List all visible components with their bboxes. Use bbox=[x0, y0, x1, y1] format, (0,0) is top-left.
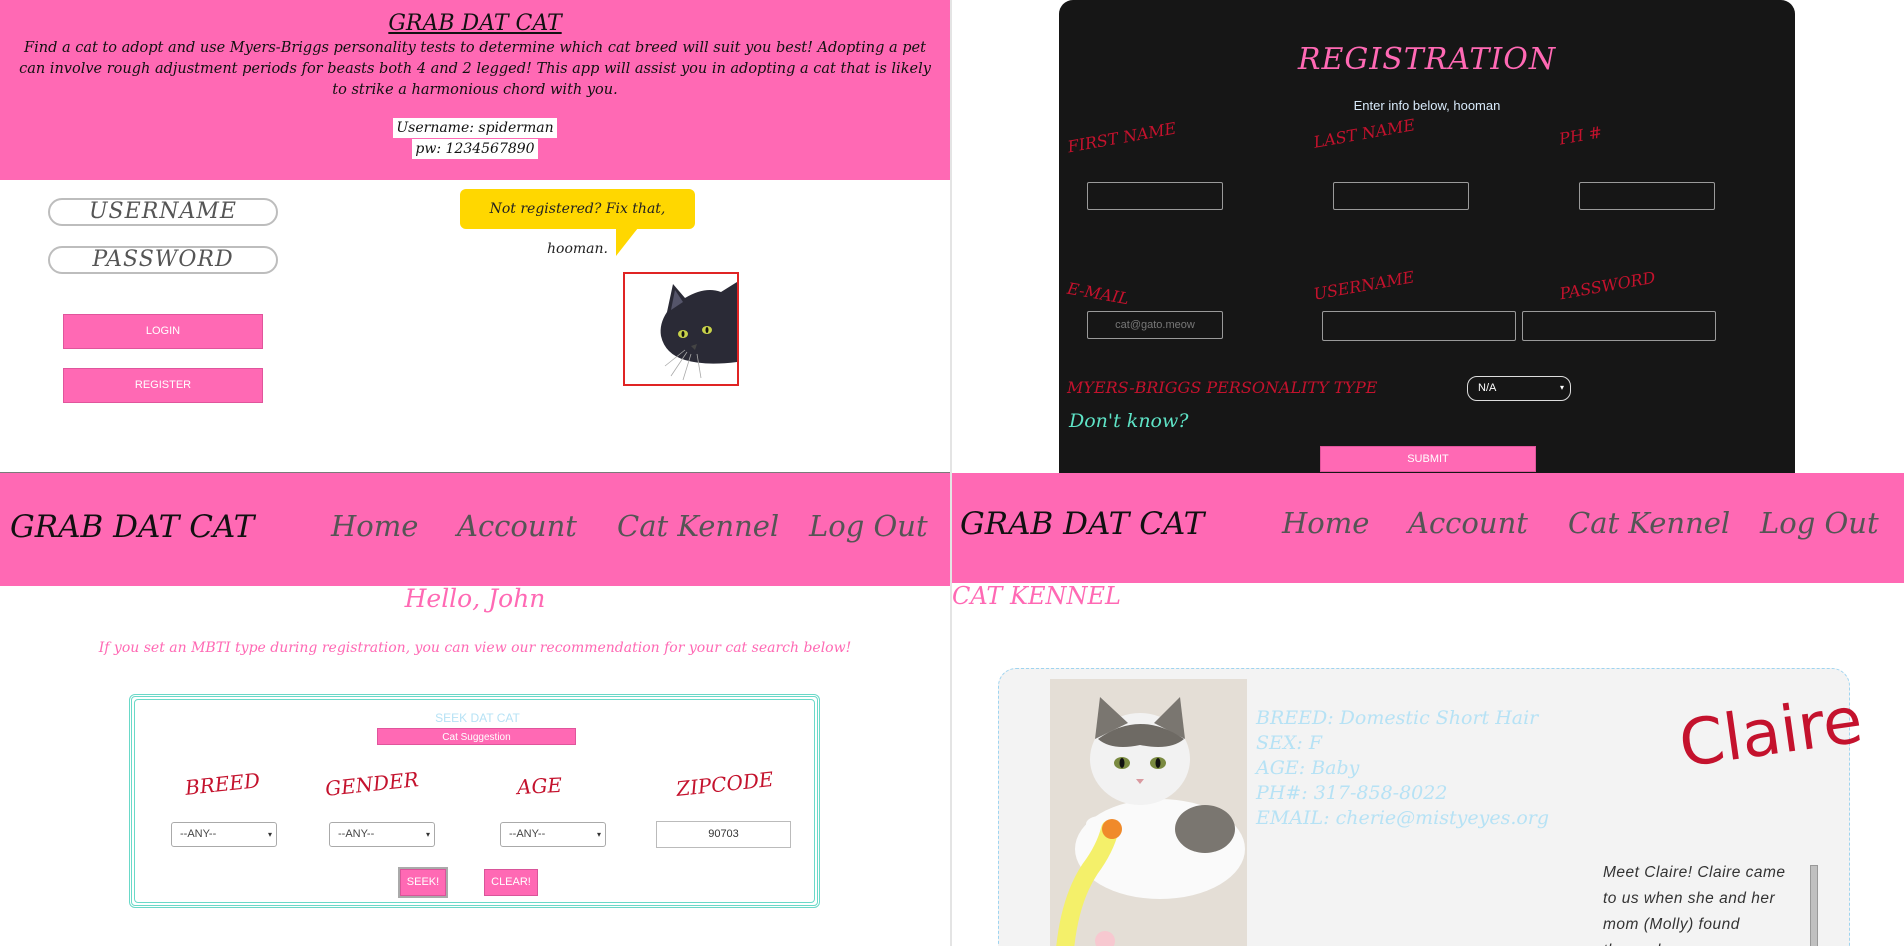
registration-panel: REGISTRATION Enter info below, hooman FI… bbox=[1059, 0, 1795, 473]
bio-scrollbar[interactable] bbox=[1810, 865, 1818, 946]
mbti-label: MYERS-BRIGGS PERSONALITY TYPE bbox=[1067, 378, 1378, 397]
kennel-title: CAT KENNEL bbox=[952, 582, 1121, 610]
chevron-down-icon: ▾ bbox=[425, 830, 430, 839]
cat-breed: BREED: Domestic Short Hair bbox=[1256, 707, 1539, 729]
cat-card: BREED: Domestic Short Hair SEX: F AGE: B… bbox=[998, 668, 1867, 946]
navbar-brand[interactable]: GRAB DAT CAT bbox=[10, 509, 254, 545]
account-page: GRAB DAT CAT Home Account Cat Kennel Log… bbox=[0, 473, 950, 946]
demo-username: Username: spiderman bbox=[393, 118, 557, 138]
username-field[interactable] bbox=[1322, 311, 1516, 341]
black-cat-illustration bbox=[660, 282, 737, 381]
gender-label: GENDER bbox=[324, 767, 420, 801]
clear-button[interactable]: CLEAR! bbox=[484, 869, 538, 896]
cat-bio: Meet Claire! Claire came to us when she … bbox=[1603, 864, 1786, 946]
cat-photo[interactable] bbox=[1050, 679, 1247, 946]
nav-link-account[interactable]: Account bbox=[1408, 506, 1528, 540]
password-label: PASSWORD bbox=[1558, 267, 1657, 304]
chevron-down-icon: ▾ bbox=[267, 830, 272, 839]
age-select-value: --ANY-- bbox=[509, 828, 546, 840]
register-speech-bubble[interactable]: Not registered? Fix that, hooman. bbox=[460, 189, 695, 257]
nav-link-cat-kennel[interactable]: Cat Kennel bbox=[617, 509, 779, 543]
username-input[interactable]: USERNAME bbox=[48, 198, 278, 226]
breed-label: BREED bbox=[183, 768, 262, 800]
navbar: GRAB DAT CAT Home Account Cat Kennel Log… bbox=[0, 473, 950, 586]
nav-link-account[interactable]: Account bbox=[457, 509, 577, 543]
cat-phone: PH#: 317-858-8022 bbox=[1256, 782, 1448, 804]
login-page: GRAB DAT CAT Find a cat to adopt and use… bbox=[0, 0, 950, 473]
first-name-field[interactable] bbox=[1087, 182, 1223, 210]
first-name-label: FIRST NAME bbox=[1066, 118, 1178, 157]
username-label: USERNAME bbox=[1312, 267, 1416, 304]
phone-field[interactable] bbox=[1579, 182, 1715, 210]
age-label: AGE bbox=[516, 772, 563, 800]
mbti-select[interactable]: N/A ▾ bbox=[1467, 376, 1571, 401]
nav-link-home[interactable]: Home bbox=[331, 509, 418, 543]
demo-password: pw: 1234567890 bbox=[412, 139, 538, 159]
gender-select-value: --ANY-- bbox=[338, 828, 375, 840]
cat-email[interactable]: EMAIL: cherie@mistyeyes.org bbox=[1256, 807, 1549, 829]
phone-label: PH # bbox=[1557, 122, 1604, 149]
login-header: GRAB DAT CAT Find a cat to adopt and use… bbox=[0, 0, 950, 180]
cat-sex: SEX: F bbox=[1256, 732, 1323, 754]
cat-peek-image bbox=[623, 272, 739, 386]
password-field[interactable] bbox=[1522, 311, 1716, 341]
zipcode-label: ZIPCODE bbox=[675, 766, 775, 802]
seek-button[interactable]: SEEK! bbox=[400, 869, 446, 896]
chevron-down-icon: ▾ bbox=[596, 830, 601, 839]
chevron-down-icon: ▾ bbox=[1559, 383, 1564, 392]
seek-title: SEEK DAT CAT bbox=[435, 711, 520, 725]
cat-name: Claire bbox=[1674, 683, 1868, 783]
email-label: E-MAIL bbox=[1065, 278, 1131, 309]
gender-select[interactable]: --ANY-- ▾ bbox=[329, 822, 435, 847]
registration-title: REGISTRATION bbox=[1297, 42, 1557, 77]
registration-page: REGISTRATION Enter info below, hooman FI… bbox=[952, 0, 1904, 473]
seek-panel: SEEK DAT CAT Cat Suggestion BREED GENDER… bbox=[129, 694, 820, 908]
speech-bubble-tail bbox=[616, 228, 638, 256]
cat-age: AGE: Baby bbox=[1256, 757, 1360, 779]
last-name-field[interactable] bbox=[1333, 182, 1469, 210]
dont-know-link[interactable]: Don't know? bbox=[1069, 410, 1188, 432]
last-name-label: LAST NAME bbox=[1312, 115, 1417, 152]
mbti-note: If you set an MBTI type during registrat… bbox=[98, 640, 852, 656]
cat-suggestion-button[interactable]: Cat Suggestion bbox=[377, 728, 576, 745]
navbar: GRAB DAT CAT Home Account Cat Kennel Log… bbox=[952, 473, 1904, 583]
nav-link-log-out[interactable]: Log Out bbox=[1760, 506, 1879, 540]
nav-link-cat-kennel[interactable]: Cat Kennel bbox=[1568, 506, 1730, 540]
registration-subtitle: Enter info below, hooman bbox=[1353, 98, 1501, 113]
mbti-select-value: N/A bbox=[1478, 382, 1497, 394]
submit-button[interactable]: SUBMIT bbox=[1320, 446, 1536, 472]
app-title: GRAB DAT CAT bbox=[388, 11, 562, 36]
nav-link-home[interactable]: Home bbox=[1282, 506, 1369, 540]
app-description: Find a cat to adopt and use Myers-Briggs… bbox=[19, 40, 931, 98]
navbar-brand[interactable]: GRAB DAT CAT bbox=[960, 506, 1204, 542]
kitten-photo bbox=[1050, 679, 1247, 946]
breed-select[interactable]: --ANY-- ▾ bbox=[171, 822, 277, 847]
nav-link-log-out[interactable]: Log Out bbox=[809, 509, 928, 543]
email-field[interactable]: cat@gato.meow bbox=[1087, 311, 1223, 339]
password-input[interactable]: PASSWORD bbox=[48, 246, 278, 274]
login-button[interactable]: LOGIN bbox=[63, 314, 263, 349]
zipcode-input[interactable]: 90703 bbox=[656, 821, 791, 848]
breed-select-value: --ANY-- bbox=[180, 828, 217, 840]
register-button[interactable]: REGISTER bbox=[63, 368, 263, 403]
age-select[interactable]: --ANY-- ▾ bbox=[500, 822, 606, 847]
greeting: Hello, John bbox=[404, 584, 546, 613]
kennel-page: GRAB DAT CAT Home Account Cat Kennel Log… bbox=[952, 473, 1904, 946]
